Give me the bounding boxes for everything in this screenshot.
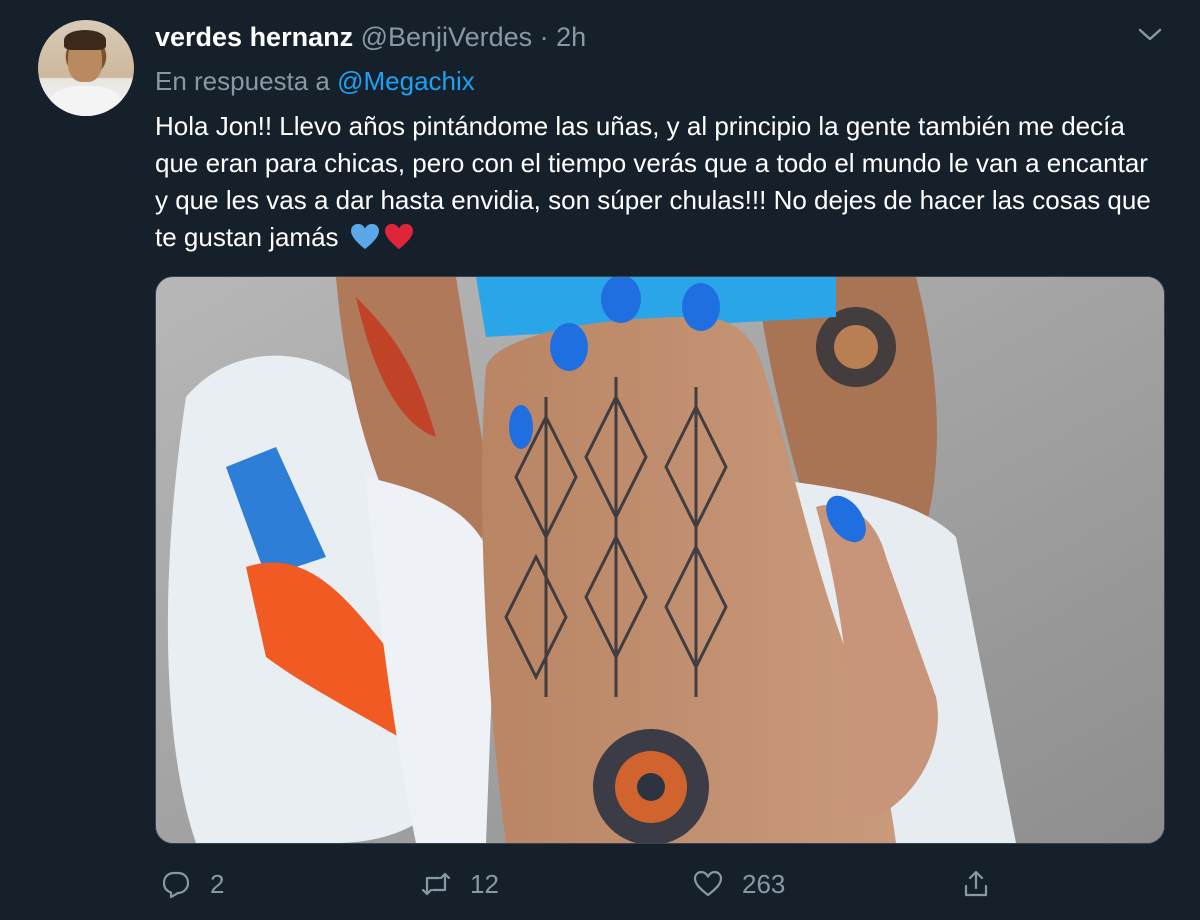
reply-mention[interactable]: @Megachix — [337, 66, 475, 96]
display-name[interactable]: verdes hernanz — [155, 22, 353, 52]
red-heart-emoji — [384, 223, 413, 250]
retweet-count: 12 — [470, 868, 499, 899]
share-action[interactable] — [960, 868, 992, 900]
tweet-actions: 2 12 263 — [0, 868, 1200, 904]
retweet-icon[interactable] — [420, 868, 452, 900]
tweet-header: verdes hernanz @BenjiVerdes · 2h — [155, 22, 586, 53]
timestamp[interactable]: 2h — [556, 22, 586, 52]
retweet-action[interactable]: 12 — [420, 868, 499, 900]
reply-prefix: En respuesta a — [155, 66, 330, 96]
share-icon[interactable] — [960, 868, 992, 900]
blue-heart-emoji — [350, 223, 379, 250]
separator: · — [539, 22, 549, 52]
reply-icon[interactable] — [160, 868, 192, 900]
avatar[interactable] — [38, 20, 134, 116]
reply-action[interactable]: 2 — [160, 868, 224, 900]
tweet-photo[interactable] — [155, 276, 1165, 844]
like-action[interactable]: 263 — [692, 868, 785, 900]
tattooed-hand-image — [156, 277, 1164, 843]
like-count: 263 — [742, 868, 786, 899]
handle[interactable]: @BenjiVerdes — [361, 22, 533, 52]
reply-count: 2 — [210, 868, 225, 899]
like-icon[interactable] — [692, 868, 724, 900]
chevron-down-icon[interactable] — [1137, 26, 1163, 44]
reply-context: En respuesta a @Megachix — [155, 66, 475, 97]
tweet-text: Hola Jon!! Llevo años pintándome las uña… — [155, 111, 1151, 252]
tweet-text-block: Hola Jon!! Llevo años pintándome las uña… — [155, 108, 1155, 256]
